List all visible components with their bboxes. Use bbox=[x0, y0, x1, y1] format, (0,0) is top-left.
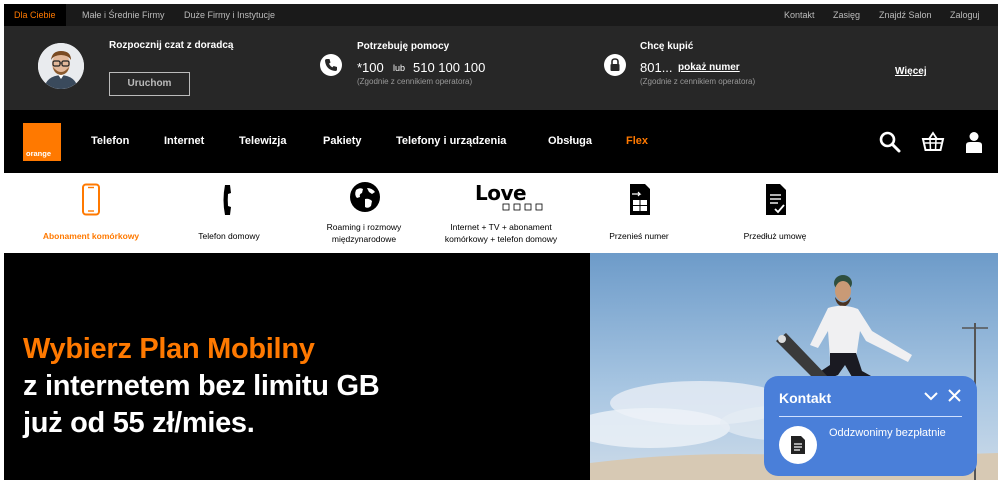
lock-icon bbox=[604, 54, 626, 76]
phone-icon bbox=[320, 54, 342, 76]
subnav-label-line2: międzynarodowe bbox=[331, 234, 397, 244]
nav-flex[interactable]: Flex bbox=[626, 110, 648, 173]
advisor-avatar bbox=[38, 43, 84, 89]
buy-number: 801... bbox=[640, 60, 673, 75]
link-znajdz-salon[interactable]: Znajdź Salon bbox=[879, 4, 932, 26]
love-icon: Love bbox=[475, 181, 543, 211]
contact-widget[interactable]: Kontakt Oddzwonimy bezpłatnie bbox=[764, 376, 977, 476]
hero-headline: Wybierz Plan Mobilny bbox=[23, 333, 315, 365]
help-title: Potrzebuję pomocy bbox=[357, 41, 450, 52]
main-navigation: orange Telefon Internet Telewizja Pakiet… bbox=[4, 110, 998, 173]
hero-subline-2: już od 55 zł/mies. bbox=[23, 407, 255, 439]
handset-icon bbox=[223, 185, 231, 215]
basket-icon[interactable] bbox=[921, 130, 945, 154]
tab-male-srednie-firmy[interactable]: Małe i Średnie Firmy bbox=[82, 4, 165, 26]
help-note: (Zgodnie z cennikiem operatora) bbox=[357, 77, 473, 86]
nav-telefony-urzadzenia[interactable]: Telefony i urządzenia bbox=[396, 110, 506, 173]
hero-subline-1: z internetem bez limitu GB bbox=[23, 370, 380, 402]
document-check-icon bbox=[766, 184, 786, 215]
more-link[interactable]: Więcej bbox=[895, 66, 927, 77]
link-kontakt[interactable]: Kontakt bbox=[784, 4, 815, 26]
user-icon[interactable] bbox=[962, 130, 986, 154]
subnav-label: Przedłuż umowę bbox=[743, 231, 807, 241]
subnav-label-line1: Roaming i rozmowy bbox=[326, 222, 402, 232]
contact-title: Kontakt bbox=[779, 390, 832, 406]
help-or: lub bbox=[393, 63, 406, 73]
chevron-down-icon[interactable] bbox=[923, 389, 939, 403]
subnav-przedluz-umowe[interactable]: Przedłuż umowę bbox=[685, 173, 865, 253]
nav-telefon[interactable]: Telefon bbox=[91, 110, 129, 173]
product-subnav: Abonament komórkowy Telefon domowy Roami… bbox=[4, 173, 998, 253]
search-icon[interactable] bbox=[878, 130, 902, 154]
smartphone-icon bbox=[82, 183, 100, 216]
buy-note: (Zgodnie z cennikiem operatora) bbox=[640, 77, 756, 86]
link-zasieg[interactable]: Zasięg bbox=[833, 4, 860, 26]
start-chat-button[interactable]: Uruchom bbox=[109, 72, 190, 96]
orange-logo[interactable]: orange bbox=[23, 123, 61, 161]
chat-title: Rozpocznij czat z doradcą bbox=[109, 40, 234, 51]
nav-pakiety[interactable]: Pakiety bbox=[323, 110, 362, 173]
devices-icon bbox=[502, 203, 543, 211]
nav-telewizja[interactable]: Telewizja bbox=[239, 110, 286, 173]
callback-link[interactable]: Oddzwonimy bezpłatnie bbox=[829, 427, 946, 439]
show-number-link[interactable]: pokaż numer bbox=[678, 62, 740, 73]
tab-duze-firmy[interactable]: Duże Firmy i Instytucje bbox=[184, 4, 275, 26]
love-text: Love bbox=[475, 181, 527, 205]
tab-dla-ciebie[interactable]: Dla Ciebie bbox=[4, 4, 66, 26]
link-zaloguj[interactable]: Zaloguj bbox=[950, 4, 980, 26]
subnav-label-line2: komórkowy + telefon domowy bbox=[444, 234, 558, 244]
contact-divider bbox=[779, 416, 962, 417]
top-utility-bar: Dla Ciebie Małe i Średnie Firmy Duże Fir… bbox=[4, 4, 998, 26]
logo-text: orange bbox=[26, 149, 52, 158]
document-icon bbox=[791, 436, 805, 454]
nav-obsluga[interactable]: Obsługa bbox=[548, 110, 592, 173]
help-number-long: 510 100 100 bbox=[413, 60, 486, 75]
subnav-label-line1: Internet + TV + abonament bbox=[450, 222, 552, 232]
help-number-short: *100 bbox=[357, 60, 384, 75]
globe-icon bbox=[350, 182, 380, 212]
callback-icon-circle[interactable] bbox=[779, 426, 817, 464]
nav-internet[interactable]: Internet bbox=[164, 110, 204, 173]
buy-title: Chcę kupić bbox=[640, 41, 694, 52]
close-icon[interactable] bbox=[947, 388, 962, 403]
help-bar: Rozpocznij czat z doradcą Uruchom Potrze… bbox=[4, 26, 998, 110]
sim-card-icon bbox=[630, 184, 650, 215]
